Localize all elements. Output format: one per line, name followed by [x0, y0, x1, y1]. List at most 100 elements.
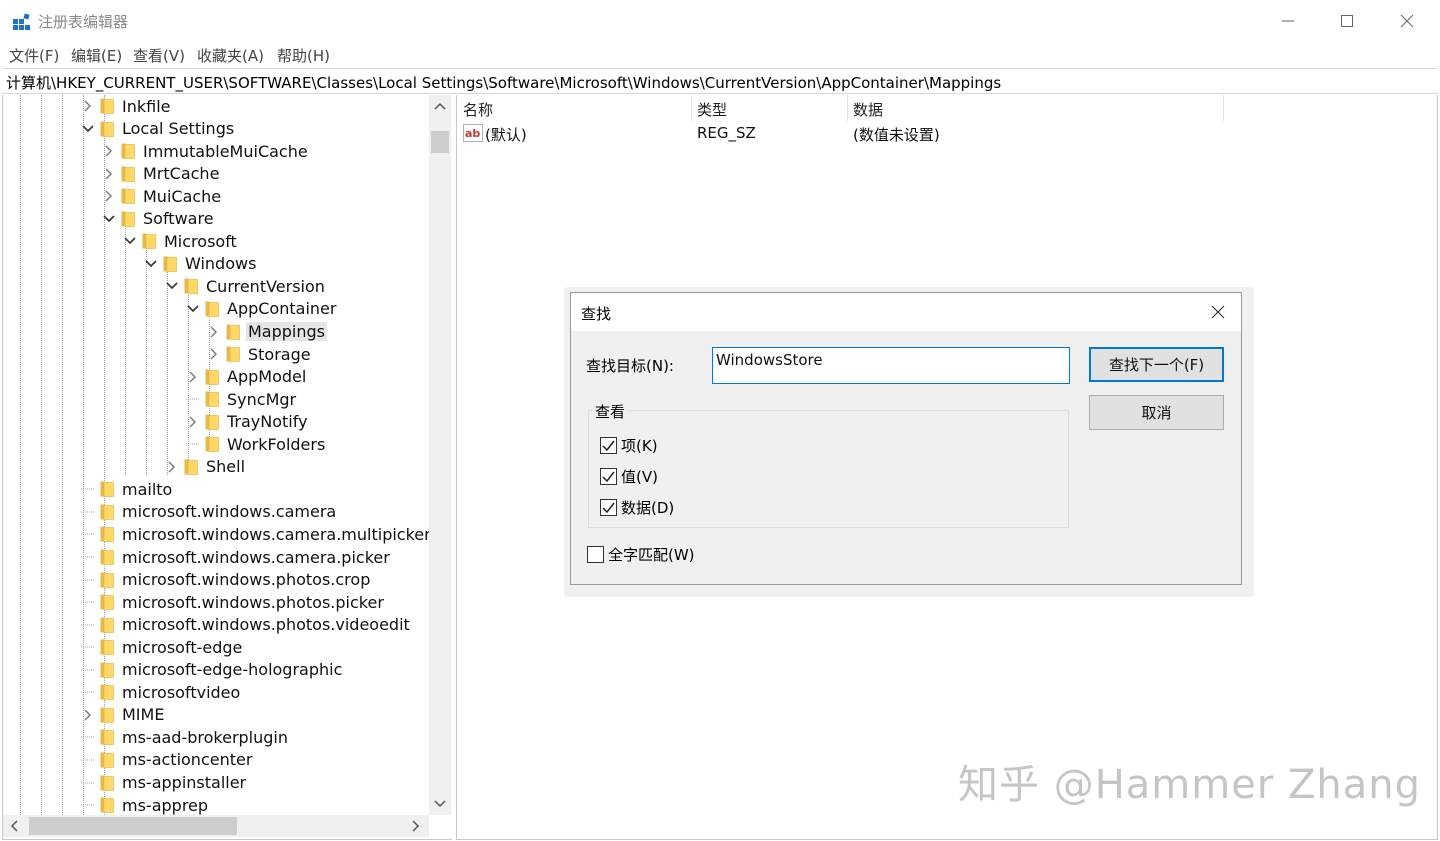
checkbox[interactable]: [600, 467, 617, 485]
close-button[interactable]: [1378, 0, 1436, 42]
scroll-right-button[interactable]: [405, 815, 427, 837]
chevron-right-icon[interactable]: [81, 99, 95, 113]
dialog-title-bar: 查找: [571, 293, 1241, 331]
column-header-type[interactable]: 类型: [697, 99, 727, 120]
tree-vertical-scroll-thumb[interactable]: [431, 131, 449, 153]
tree-item[interactable]: microsoft.windows.photos.videoedit: [81, 614, 412, 636]
tree-item[interactable]: Storage: [207, 343, 313, 365]
tree-item[interactable]: Mappings: [207, 321, 327, 343]
tree-leaf-connector: [81, 550, 95, 564]
option-keys[interactable]: 项(K): [600, 435, 658, 455]
tree-item[interactable]: ImmutableMuiCache: [102, 140, 310, 162]
maximize-icon: [1341, 15, 1353, 27]
chevron-right-icon[interactable]: [186, 415, 200, 429]
checkbox[interactable]: [600, 436, 617, 454]
tree-item-label: ImmutableMuiCache: [143, 141, 308, 161]
find-target-input[interactable]: [712, 347, 1070, 384]
chevron-right-icon: [412, 820, 420, 832]
column-separator[interactable]: [691, 95, 692, 121]
tree-item[interactable]: microsoftvideo: [81, 681, 242, 703]
tree-item[interactable]: CurrentVersion: [165, 275, 327, 297]
checkbox[interactable]: [600, 498, 617, 516]
chevron-right-icon[interactable]: [81, 708, 95, 722]
tree-leaf-connector: [81, 573, 95, 587]
chevron-right-icon[interactable]: [207, 325, 221, 339]
tree-item[interactable]: AppContainer: [186, 298, 338, 320]
tree-item[interactable]: MIME: [81, 704, 166, 726]
tree-item[interactable]: SyncMgr: [186, 388, 298, 410]
tree-item[interactable]: ms-actioncenter: [81, 749, 254, 771]
dialog-close-button[interactable]: [1203, 301, 1233, 323]
tree-guide-line: [125, 219, 126, 475]
address-bar[interactable]: 计算机\HKEY_CURRENT_USER\SOFTWARE\Classes\L…: [2, 68, 1438, 94]
tree-item[interactable]: MrtCache: [102, 163, 221, 185]
chevron-down-icon[interactable]: [186, 302, 200, 316]
menu-help[interactable]: 帮助(H): [277, 45, 330, 66]
menu-view[interactable]: 查看(V): [133, 45, 185, 66]
tree-item[interactable]: MuiCache: [102, 185, 223, 207]
tree-item[interactable]: microsoft-edge: [81, 636, 244, 658]
folder-icon: [100, 572, 114, 588]
tree-item[interactable]: microsoft.windows.photos.crop: [81, 569, 372, 591]
tree-item[interactable]: microsoft.windows.camera: [81, 501, 338, 523]
tree-item[interactable]: ms-appinstaller: [81, 772, 248, 794]
checkbox[interactable]: [587, 545, 604, 563]
tree-item[interactable]: mailto: [81, 478, 174, 500]
scroll-up-button[interactable]: [429, 95, 451, 117]
find-next-button[interactable]: 查找下一个(F): [1089, 347, 1224, 382]
chevron-right-icon[interactable]: [102, 167, 116, 181]
tree-guide-line: [41, 95, 42, 815]
tree-item[interactable]: AppModel: [186, 366, 308, 388]
column-header-data[interactable]: 数据: [853, 99, 883, 120]
tree-item[interactable]: Local Settings: [81, 118, 236, 140]
tree-item[interactable]: microsoft-edge-holographic: [81, 659, 344, 681]
chevron-right-icon[interactable]: [207, 347, 221, 361]
tree-item[interactable]: Inkfile: [81, 95, 173, 117]
tree-item-label: MIME: [122, 705, 165, 725]
menu-favorites[interactable]: 收藏夹(A): [197, 45, 264, 66]
chevron-right-icon[interactable]: [102, 144, 116, 158]
column-header-name[interactable]: 名称: [463, 99, 493, 120]
tree-item[interactable]: Software: [102, 208, 216, 230]
chevron-right-icon[interactable]: [186, 370, 200, 384]
option-match-whole-string[interactable]: 全字匹配(W): [587, 544, 695, 564]
chevron-down-icon[interactable]: [165, 279, 179, 293]
tree-item[interactable]: microsoft.windows.camera.multipicker: [81, 523, 431, 545]
tree-horizontal-scroll-thumb[interactable]: [29, 817, 237, 835]
tree-item-label: mailto: [122, 479, 173, 499]
minimize-button[interactable]: [1259, 0, 1317, 42]
column-separator[interactable]: [1223, 95, 1224, 121]
tree-leaf-connector: [81, 776, 95, 790]
tree-vertical-scrollbar[interactable]: [429, 95, 451, 815]
menu-edit[interactable]: 编辑(E): [71, 45, 122, 66]
scroll-down-button[interactable]: [429, 793, 451, 815]
maximize-button[interactable]: [1318, 0, 1376, 42]
tree-item-label: Software: [143, 209, 214, 229]
tree-item[interactable]: ms-apprep: [81, 794, 210, 815]
tree-item[interactable]: Windows: [144, 253, 258, 275]
tree-item[interactable]: microsoft.windows.photos.picker: [81, 591, 386, 613]
chevron-down-icon[interactable]: [123, 234, 137, 248]
tree-item[interactable]: Microsoft: [123, 230, 239, 252]
tree-item[interactable]: WorkFolders: [186, 433, 327, 455]
tree-item-label: microsoft.windows.photos.crop: [122, 570, 371, 590]
chevron-right-icon[interactable]: [165, 460, 179, 474]
menu-file[interactable]: 文件(F): [9, 45, 59, 66]
tree-item[interactable]: ms-aad-brokerplugin: [81, 726, 290, 748]
value-data: (数值未设置): [853, 126, 940, 144]
option-values[interactable]: 值(V): [600, 466, 658, 486]
chevron-down-icon[interactable]: [81, 122, 95, 136]
tree-item[interactable]: microsoft.windows.camera.picker: [81, 546, 392, 568]
cancel-button[interactable]: 取消: [1089, 395, 1224, 430]
tree-horizontal-scrollbar[interactable]: [3, 815, 429, 837]
scroll-left-button[interactable]: [3, 815, 25, 837]
tree-item[interactable]: TrayNotify: [186, 411, 310, 433]
chevron-down-icon[interactable]: [144, 257, 158, 271]
option-data[interactable]: 数据(D): [600, 497, 674, 517]
folder-icon: [205, 414, 219, 430]
tree-item-label: AppModel: [227, 367, 307, 387]
tree-item[interactable]: Shell: [165, 456, 247, 478]
chevron-down-icon[interactable]: [102, 212, 116, 226]
chevron-right-icon[interactable]: [102, 189, 116, 203]
column-separator[interactable]: [847, 95, 848, 121]
